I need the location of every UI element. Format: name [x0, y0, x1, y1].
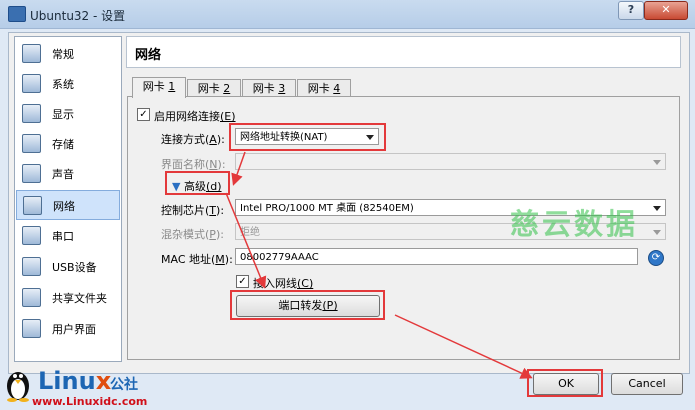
promiscuous-mode-shortcut: P	[209, 228, 216, 241]
sidebar-item-label: 网络	[53, 200, 75, 213]
sidebar-item-label: 声音	[52, 168, 74, 181]
enable-adapter-checkbox[interactable]: ✓	[137, 108, 150, 121]
penguin-icon	[7, 372, 29, 402]
chevron-down-icon	[653, 230, 661, 235]
mac-address-label: MAC 地址(M):	[161, 251, 233, 267]
general-icon	[22, 44, 41, 63]
cable-connected-shortcut: (C)	[297, 277, 314, 290]
interface-name-suffix: ):	[217, 158, 226, 171]
interface-name-label: 界面名称(N):	[161, 156, 226, 172]
sidebar-item-shared-folders[interactable]: 共享文件夹	[16, 283, 120, 311]
cancel-button[interactable]: Cancel	[611, 373, 683, 395]
page-header: 网络	[126, 36, 681, 68]
cable-connected-label[interactable]: 接入网线(C)	[253, 275, 313, 291]
system-icon	[22, 74, 41, 93]
sidebar-item-label: 显示	[52, 108, 74, 121]
annotation-box-port-forwarding	[230, 290, 385, 320]
interface-name-select[interactable]	[235, 153, 666, 170]
promiscuous-mode-value: 拒绝	[240, 227, 260, 238]
logo-subtitle: 公社	[110, 377, 138, 393]
sidebar-item-label: 常规	[52, 48, 74, 61]
mac-address-shortcut: M	[215, 253, 225, 266]
mac-address-suffix: ):	[224, 253, 233, 266]
display-icon	[22, 104, 41, 123]
logo-wordmark-b: x	[95, 367, 112, 395]
sidebar-item-label: 存储	[52, 138, 74, 151]
annotation-box-advanced	[165, 171, 230, 195]
logo-url: www.Linuxidc.com	[32, 395, 148, 408]
mac-address-text: MAC 地址(	[161, 253, 216, 266]
close-button[interactable]: ✕	[644, 1, 688, 20]
user-interface-icon	[22, 319, 41, 338]
cable-connected-text: 接入网线	[253, 277, 297, 290]
tab-adapter-3[interactable]: 网卡 3	[242, 79, 296, 97]
sidebar-item-network[interactable]: 网络	[16, 190, 120, 220]
chevron-down-icon	[653, 206, 661, 211]
cable-connected-checkbox[interactable]: ✓	[236, 275, 249, 288]
interface-name-text: 界面名称(	[161, 158, 210, 171]
tab-label: 网卡	[197, 82, 224, 95]
network-icon	[23, 196, 42, 215]
tab-adapter-2[interactable]: 网卡 2	[187, 79, 241, 97]
watermark-text: 慈云数据	[510, 207, 639, 241]
sidebar-item-label: 系统	[52, 78, 74, 91]
sidebar-item-system[interactable]: 系统	[16, 69, 120, 97]
regenerate-mac-icon[interactable]: ⟳	[648, 250, 664, 266]
enable-adapter-shortcut: (E)	[220, 110, 236, 123]
sidebar-item-label: USB设备	[52, 261, 97, 274]
adapter-type-value: Intel PRO/1000 MT 桌面 (82540EM)	[240, 203, 414, 214]
sidebar-item-display[interactable]: 显示	[16, 99, 120, 127]
usb-icon	[22, 257, 41, 276]
tab-label: 网卡	[142, 80, 169, 93]
logo-wordmark: Linux	[38, 367, 111, 395]
tab-adapter-4[interactable]: 网卡 4	[297, 79, 351, 97]
promiscuous-mode-text: 混杂模式(	[161, 228, 210, 241]
serial-port-icon	[22, 226, 41, 245]
tab-label: 网卡	[252, 82, 279, 95]
promiscuous-mode-label: 混杂模式(P):	[161, 226, 224, 242]
sidebar-item-user-interface[interactable]: 用户界面	[16, 314, 120, 342]
tab-label: 网卡	[307, 82, 334, 95]
adapter-type-text: 控制芯片(	[161, 204, 210, 217]
tab-shortcut: 4	[333, 82, 341, 95]
interface-name-shortcut: N	[209, 158, 218, 171]
sidebar-item-usb[interactable]: USB设备	[16, 252, 120, 280]
settings-sidebar: 常规 系统 显示 存储 声音 网络 串口 USB设备 共享文件夹 用户界面	[14, 36, 122, 362]
attached-to-suffix: ):	[216, 133, 225, 146]
virtualbox-app-icon	[8, 6, 26, 22]
tab-shortcut: 3	[278, 82, 286, 95]
sidebar-item-serial-ports[interactable]: 串口	[16, 221, 120, 249]
sidebar-item-general[interactable]: 常规	[16, 39, 120, 67]
tab-shortcut: 2	[223, 82, 231, 95]
linuxidc-logo: Linux 公社 www.Linuxidc.com	[0, 364, 190, 410]
enable-adapter-text: 启用网络连接	[154, 110, 220, 123]
page-title: 网络	[135, 48, 162, 63]
sidebar-item-label: 串口	[52, 230, 74, 243]
tab-shortcut: 1	[168, 80, 176, 93]
shared-folder-icon	[22, 288, 41, 307]
tab-adapter-1[interactable]: 网卡 1	[132, 77, 186, 98]
adapter-type-suffix: ):	[216, 204, 225, 217]
promiscuous-mode-suffix: ):	[215, 228, 224, 241]
help-button[interactable]: ?	[618, 1, 644, 20]
title-bar[interactable]: Ubuntu32 - 设置 ? ✕	[0, 0, 695, 29]
adapter-type-label: 控制芯片(T):	[161, 202, 224, 218]
annotation-box-attached-to	[229, 123, 386, 151]
attached-to-label: 连接方式(A):	[161, 131, 225, 147]
sidebar-item-audio[interactable]: 声音	[16, 159, 120, 187]
enable-adapter-label[interactable]: 启用网络连接(E)	[154, 108, 236, 124]
ok-button[interactable]: OK	[533, 373, 599, 395]
attached-to-shortcut: A	[209, 133, 217, 146]
mac-address-input[interactable]: 08002779AAAC	[235, 248, 638, 265]
sidebar-item-label: 用户界面	[52, 323, 96, 336]
chevron-down-icon	[653, 160, 661, 165]
sidebar-item-label: 共享文件夹	[52, 292, 107, 305]
sidebar-item-storage[interactable]: 存储	[16, 129, 120, 157]
attached-to-text: 连接方式(	[161, 133, 210, 146]
logo-wordmark-a: Linu	[38, 367, 96, 395]
window-title: Ubuntu32 - 设置	[30, 9, 126, 23]
audio-icon	[22, 164, 41, 183]
storage-icon	[22, 134, 41, 153]
